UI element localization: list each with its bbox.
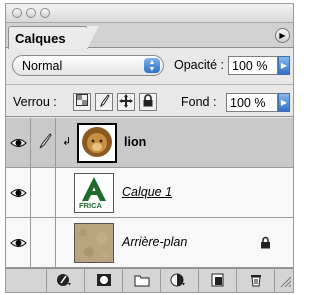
resize-grip[interactable] [274,269,294,292]
fill-slider-arrow-icon[interactable]: ▶ [278,93,290,112]
layer-style-button[interactable] [46,269,84,292]
minimize-window-button[interactable] [26,8,36,18]
layers-list: ↲ lion FRICA Calque 1 Arrière-plan [6,118,293,269]
zoom-window-button[interactable] [40,8,50,18]
fill-value: 100 % [230,96,266,110]
layer-lock-icon [261,236,270,249]
delete-layer-button[interactable] [236,269,274,292]
window-titlebar [6,4,293,23]
adjustment-layer-icon [170,273,185,287]
layer-mask-button[interactable] [84,269,122,292]
blend-mode-value: Normal [22,59,63,73]
close-window-button[interactable] [12,8,22,18]
layer-name-lion: lion [124,135,147,149]
layer-link-cell[interactable] [32,168,56,217]
lock-transparency-icon[interactable] [73,93,91,111]
layer-style-icon [57,274,71,286]
lock-all-icon[interactable] [139,93,157,111]
new-group-icon [134,275,150,287]
layer-link-cell[interactable] [32,118,56,167]
layer-thumbnail-lion[interactable] [77,123,117,163]
lock-fill-row: Verrou : Fond : 100 % ▶ [6,84,293,117]
opacity-label: Opacité : [174,58,225,72]
layer-row-arriere-plan[interactable]: Arrière-plan [6,218,293,268]
thumb-africa-text: FRICA [79,201,102,210]
visibility-eye-icon[interactable] [7,118,31,167]
brush-icon [39,133,52,149]
tab-row: Calques ▶ [6,23,293,49]
layer-mask-icon [97,274,111,286]
visibility-eye-icon[interactable] [7,168,31,217]
layer-row-lion[interactable]: ↲ lion [6,118,293,168]
fill-input[interactable]: 100 % [226,93,278,112]
blend-mode-select[interactable]: Normal ▲ ▼ [12,55,164,76]
panel-menu-arrow-icon[interactable]: ▶ [275,28,290,43]
opacity-value: 100 % [232,59,268,73]
visibility-eye-icon[interactable] [7,218,31,267]
fill-label: Fond : [181,95,217,109]
layer-name-calque-1: Calque 1 [122,185,173,199]
select-arrows-icon: ▲ ▼ [144,58,160,73]
opacity-slider-arrow-icon[interactable]: ▶ [278,56,290,75]
new-layer-icon [211,273,224,287]
layer-link-cell[interactable] [32,218,56,267]
layer-thumbnail-background[interactable] [74,223,114,263]
new-group-button[interactable] [122,269,160,292]
new-layer-button[interactable] [198,269,236,292]
lock-move-icon[interactable] [117,93,135,111]
resize-grip-icon [280,276,291,287]
layers-bottom-toolbar [6,268,293,292]
layers-panel: Calques ▶ Normal ▲ ▼ Opacité : 100 % ▶ Ve… [5,3,294,293]
tab-label: Calques [15,31,66,46]
blend-opacity-row: Normal ▲ ▼ Opacité : 100 % ▶ [6,49,293,82]
adjustment-layer-button[interactable] [160,269,198,292]
clipping-arrow-icon: ↲ [62,136,72,148]
trash-icon [251,275,261,287]
layer-thumbnail-calque-1[interactable]: FRICA [74,173,114,213]
tab-calques[interactable]: Calques [8,26,99,49]
lock-label: Verrou : [13,95,57,109]
lock-brush-icon[interactable] [95,93,113,111]
opacity-input[interactable]: 100 % [228,56,278,75]
layer-name-arriere-plan: Arrière-plan [122,235,188,249]
layer-row-calque-1[interactable]: FRICA Calque 1 [6,168,293,218]
